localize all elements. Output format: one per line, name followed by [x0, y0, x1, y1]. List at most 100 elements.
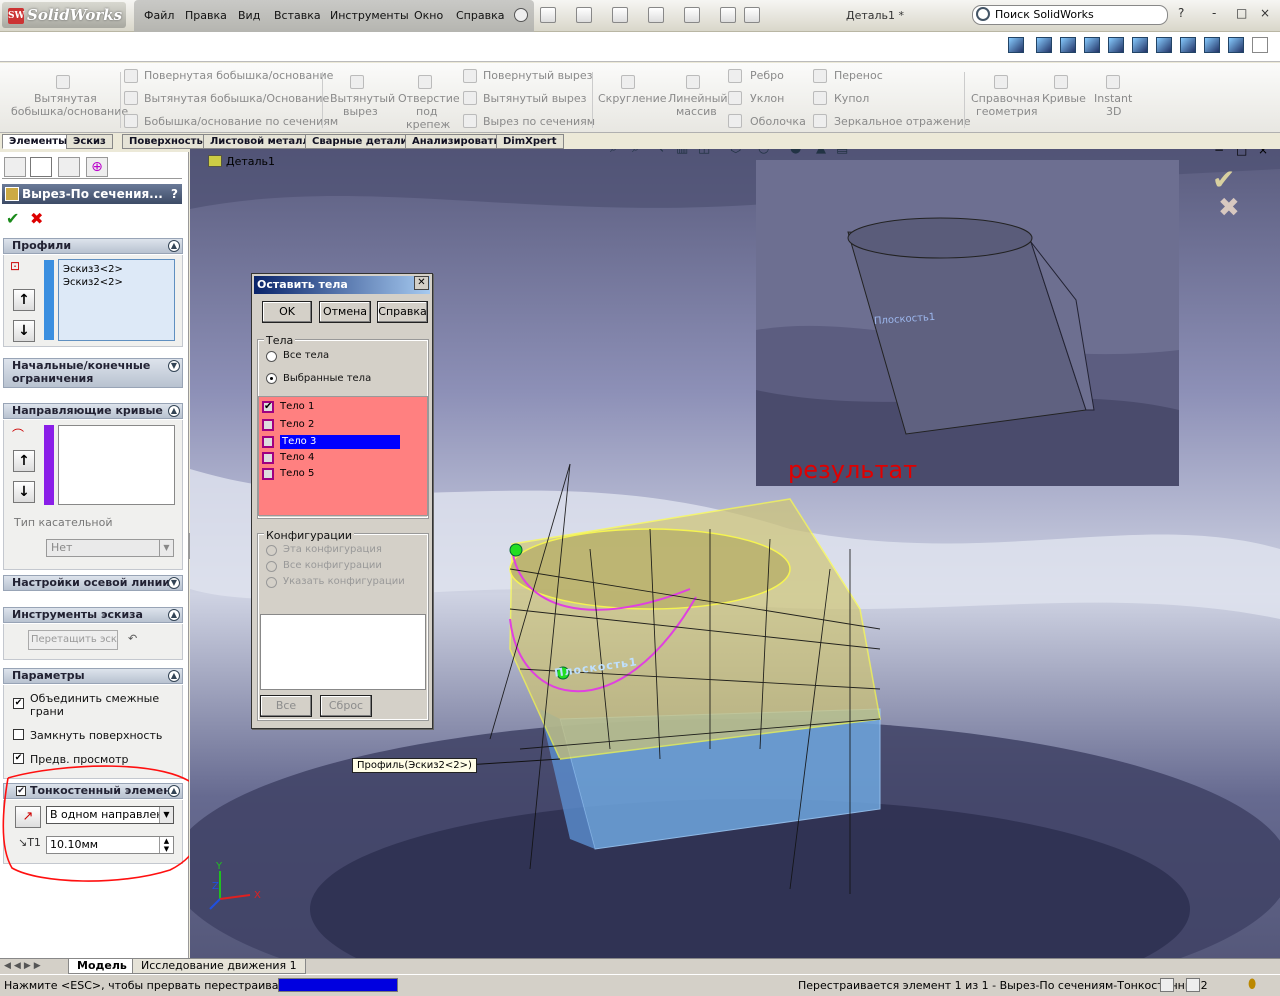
extrude-boss2-button[interactable]: Вытянутая бобышка/Основание [144, 92, 329, 105]
tab-sheet-metal[interactable]: Листовой металл [203, 134, 317, 149]
tree-root-item[interactable]: Деталь1 [226, 155, 275, 168]
extrude-cut-label-2[interactable]: вырез [343, 105, 378, 118]
extrude-cut2-button[interactable]: Вытянутый вырез [483, 92, 586, 105]
view-bottom-icon[interactable] [1156, 37, 1172, 53]
collapse-chevron-icon[interactable]: ▲ [168, 670, 180, 682]
feature-tree-icon[interactable] [4, 157, 26, 177]
collapse-chevron-icon[interactable]: ▲ [168, 240, 180, 252]
menu-help[interactable]: Справка [456, 9, 504, 22]
list-item[interactable]: Тело 4 [262, 451, 422, 465]
loft-boss-button[interactable]: Бобышка/основание по сечениям [144, 115, 338, 128]
units-icon[interactable] [1186, 978, 1200, 992]
selected-bodies-radio[interactable] [266, 373, 277, 384]
revolve-cut-button[interactable]: Повернутый вырез [483, 69, 592, 82]
zoom-area-icon[interactable]: ⌕ [632, 149, 639, 156]
body-3-checkbox[interactable] [262, 436, 274, 448]
search-input[interactable]: Поиск SolidWorks [972, 5, 1168, 25]
ok-button[interactable]: OK [262, 301, 312, 323]
instant3d-label-2[interactable]: 3D [1106, 105, 1121, 118]
constraints-header[interactable]: Начальные/конечные ограничения ▼ [3, 358, 183, 388]
view-normal-icon[interactable] [1252, 37, 1268, 53]
ref-geometry-label-2[interactable]: геометрия [976, 105, 1038, 118]
lock-icon[interactable]: ⬮ [1248, 977, 1256, 992]
guide-down-button[interactable]: ↓ [13, 481, 35, 503]
previous-view-icon[interactable]: ↖ [654, 149, 665, 156]
restore-button[interactable]: □ [1236, 6, 1247, 20]
hole-label-2[interactable]: под [416, 105, 438, 118]
shell-button[interactable]: Оболочка [750, 115, 806, 128]
cancel-button[interactable]: Отмена [319, 301, 371, 323]
profiles-list[interactable]: Эскиз3<2> Эскиз2<2> [58, 259, 175, 341]
drag-sketch-button[interactable]: Перетащить эски [28, 630, 118, 650]
display-style-icon[interactable]: ⬡ [730, 149, 741, 156]
tangent-type-select[interactable]: Нет ▼ [46, 539, 174, 557]
close-button[interactable]: × [1260, 6, 1270, 20]
menu-edit[interactable]: Правка [185, 9, 227, 22]
tab-model[interactable]: Модель [68, 959, 136, 974]
body-2-checkbox[interactable] [262, 419, 274, 431]
dimxpert-manager-icon[interactable]: ⊕ [86, 157, 108, 177]
body-5-checkbox[interactable] [262, 468, 274, 480]
body-1-checkbox[interactable]: ✔ [262, 401, 274, 413]
cancel-x-icon[interactable]: ✖ [30, 209, 43, 228]
pattern-label-1[interactable]: Линейный [668, 92, 728, 105]
specify-config-radio[interactable] [266, 577, 277, 588]
view-iso-icon[interactable] [1180, 37, 1196, 53]
feature-help-button[interactable]: ? [171, 184, 178, 204]
tab-features[interactable]: Элементы [2, 134, 75, 149]
vp-close-button[interactable]: × [1258, 149, 1268, 157]
all-bodies-radio[interactable] [266, 351, 277, 362]
close-surface-checkbox[interactable] [13, 729, 24, 740]
centerline-header[interactable]: Настройки осевой линии ▼ [3, 575, 183, 591]
hole-label-1[interactable]: Отверстие [398, 92, 460, 105]
hide-show-icon[interactable]: ◔ [758, 149, 769, 156]
ok-check-icon[interactable]: ✔ [6, 209, 19, 228]
rebuild-icon[interactable] [720, 7, 736, 23]
collapse-chevron-icon[interactable]: ▲ [168, 405, 180, 417]
tab-motion-study[interactable]: Исследование движения 1 [132, 959, 306, 974]
move-down-button[interactable]: ↓ [13, 320, 35, 342]
draft-button[interactable]: Уклон [750, 92, 784, 105]
tab-scroll-arrows-icon[interactable]: ◀◀▶▶ [4, 961, 44, 971]
view-right-icon[interactable] [1108, 37, 1124, 53]
dropdown-arrow-icon[interactable]: ▼ [159, 540, 173, 556]
rebuild-status-icon[interactable] [1160, 978, 1174, 992]
move-up-button[interactable]: ↑ [13, 289, 35, 311]
list-item[interactable]: Тело 2 [262, 418, 422, 432]
profiles-header[interactable]: Профили ▲ [3, 238, 183, 254]
all-configs-radio[interactable] [266, 561, 277, 572]
extrude-cut-label-1[interactable]: Вытянутый [330, 92, 395, 105]
body-4-checkbox[interactable] [262, 452, 274, 464]
list-item[interactable]: ✔ Тело 1 [262, 400, 422, 414]
scene-icon[interactable]: ▲ [816, 149, 826, 156]
configs-list[interactable] [260, 614, 426, 690]
revolve-boss-button[interactable]: Повернутая бобышка/основание [144, 69, 333, 82]
pattern-label-2[interactable]: массив [676, 105, 717, 118]
view-trimetric-icon[interactable] [1204, 37, 1220, 53]
merge-faces-checkbox[interactable]: ✔ [13, 698, 24, 709]
confirm-corner-check-icon[interactable]: ✔ [1212, 163, 1235, 196]
minimize-button[interactable]: - [1212, 6, 1216, 20]
undo-icon[interactable] [684, 7, 700, 23]
view-settings-icon[interactable]: ▤ [836, 149, 848, 156]
extrude-boss-label-2[interactable]: бобышка/основание [11, 105, 128, 118]
tab-weldments[interactable]: Сварные детали [305, 134, 415, 149]
curves-button[interactable]: Кривые [1042, 92, 1086, 105]
view-dimetric-icon[interactable] [1228, 37, 1244, 53]
view-left-icon[interactable] [1084, 37, 1100, 53]
property-manager-icon[interactable] [30, 157, 52, 177]
view-orient-icon[interactable] [1008, 37, 1024, 53]
menu-insert[interactable]: Вставка [274, 9, 321, 22]
fillet-button[interactable]: Скругление [598, 92, 667, 105]
vp-minimize-button[interactable]: − [1214, 149, 1224, 157]
config-manager-icon[interactable] [58, 157, 80, 177]
this-config-radio[interactable] [266, 545, 277, 556]
move-button[interactable]: Перенос [834, 69, 883, 82]
section-view-icon[interactable]: ▥ [676, 149, 688, 156]
tab-evaluate[interactable]: Анализировать [405, 134, 507, 149]
open-icon[interactable] [576, 7, 592, 23]
view-top-icon[interactable] [1132, 37, 1148, 53]
appearance-icon[interactable]: ● [790, 149, 801, 156]
options-icon[interactable] [744, 7, 760, 23]
collapse-chevron-icon[interactable]: ▲ [168, 609, 180, 621]
